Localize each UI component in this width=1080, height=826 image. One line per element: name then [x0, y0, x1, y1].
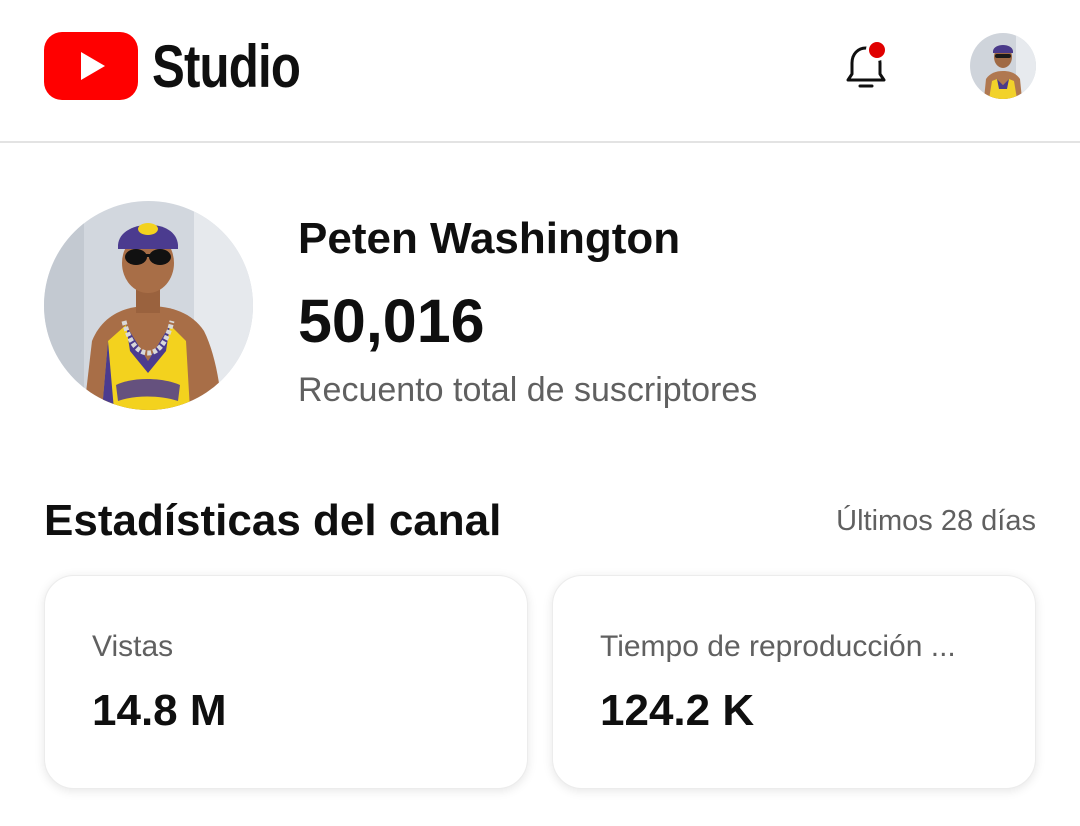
notification-badge: [866, 39, 888, 61]
channel-stats-title: Estadísticas del canal: [44, 496, 502, 545]
stat-value: 14.8 M: [92, 686, 227, 735]
views-stat-card[interactable]: Vistas 14.8 M: [44, 575, 528, 789]
channel-avatar-image: [44, 201, 253, 410]
avatar-image: [970, 33, 1036, 99]
subscriber-count: 50,016: [298, 287, 485, 355]
stat-label: Vistas: [92, 630, 174, 663]
watch-time-stat-card[interactable]: Tiempo de reproducción ... 124.2 K: [552, 575, 1036, 789]
channel-avatar[interactable]: [44, 201, 253, 410]
channel-name: Peten Washington: [298, 214, 681, 263]
stat-label: Tiempo de reproducción ...: [600, 630, 956, 663]
app-header: Studio: [0, 0, 1080, 143]
youtube-logo-icon: [44, 32, 138, 100]
bell-icon: [846, 39, 888, 88]
stats-period-label: Últimos 28 días: [836, 505, 1036, 537]
account-avatar[interactable]: [970, 33, 1036, 99]
subscriber-count-label: Recuento total de suscriptores: [298, 371, 758, 409]
youtube-studio-logo[interactable]: Studio: [44, 30, 333, 102]
notifications-button[interactable]: [834, 34, 898, 98]
stat-value: 124.2 K: [600, 686, 755, 735]
logo-text: Studio: [152, 33, 301, 100]
